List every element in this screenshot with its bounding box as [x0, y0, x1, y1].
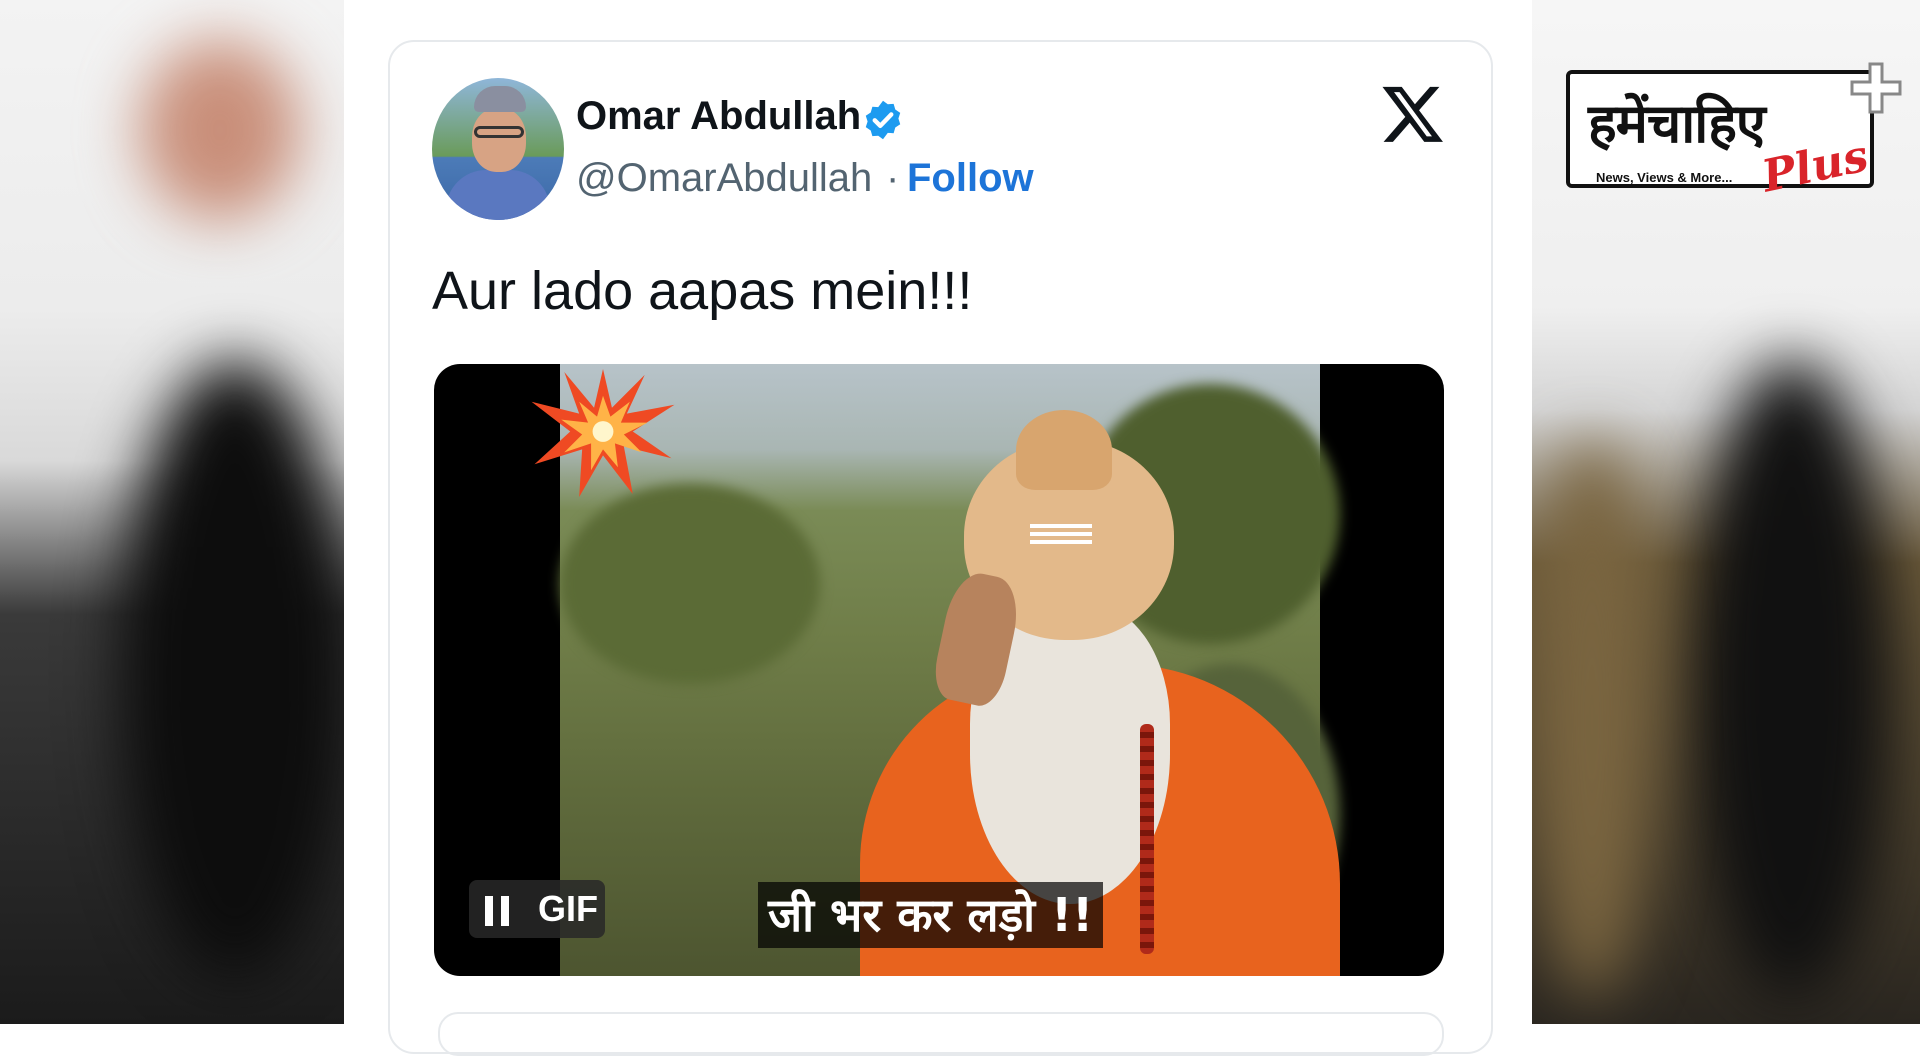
gif-caption: जी भर कर लड़ो !! — [758, 882, 1104, 948]
pause-icon[interactable] — [485, 896, 511, 926]
author-name[interactable]: Omar Abdullah — [576, 92, 861, 140]
author-handle[interactable]: @OmarAbdullah — [576, 154, 872, 202]
verified-badge-icon — [865, 100, 901, 140]
author-avatar[interactable] — [432, 78, 564, 220]
left-blurred-background — [0, 0, 344, 1024]
separator-dot: · — [886, 156, 900, 200]
explosion-emoji-icon — [531, 368, 675, 498]
brand-name: हमेंचाहिए — [1588, 92, 1766, 155]
plus-cross-icon — [1850, 62, 1902, 114]
tweet-text: Aur lado aapas mein!!! — [432, 261, 973, 321]
quoted-content-edge — [438, 1012, 1444, 1056]
x-logo-icon[interactable] — [1380, 80, 1446, 146]
follow-button[interactable]: Follow — [907, 154, 1034, 202]
brand-logo: हमेंचाहिए News, Views & More... Plus — [1566, 62, 1906, 212]
brand-tagline: News, Views & More... — [1596, 170, 1733, 185]
gif-label: GIF — [538, 888, 598, 929]
